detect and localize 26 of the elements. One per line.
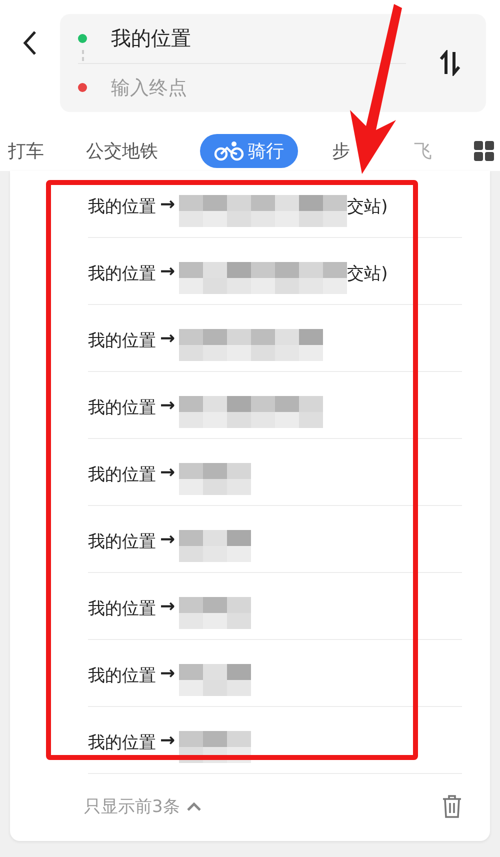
arrow-text: → — [160, 528, 176, 550]
mode-tab[interactable]: 打车 — [8, 134, 44, 168]
route-origin[interactable]: 我的位置 — [88, 730, 156, 754]
route-origin[interactable]: 我的位置 — [88, 262, 156, 284]
mode-tab[interactable]: 公交地铁 — [86, 134, 158, 168]
route-origin[interactable]: 我的位置 — [88, 664, 156, 686]
arrow-text: → — [160, 730, 176, 750]
arrow-text: → — [160, 394, 176, 416]
arrow-text: → — [160, 462, 176, 482]
route-origin[interactable]: 我的位置 — [88, 328, 156, 352]
arrow-text: → — [160, 328, 176, 348]
route-origin[interactable]: 我的位置 — [88, 530, 156, 552]
arrow-text: → — [160, 194, 176, 214]
mode-tab[interactable]: 步 — [332, 134, 350, 168]
origin-field[interactable]: 我的位置 — [111, 24, 191, 52]
route-origin[interactable]: 我的位置 — [88, 396, 156, 418]
route-origin[interactable]: 我的位置 — [88, 194, 156, 218]
destination-field[interactable]: 输入终点 — [111, 76, 361, 99]
arrow-text: → — [160, 596, 176, 616]
route-destination[interactable]: 交站) — [347, 194, 388, 218]
arrow-text: → — [160, 260, 176, 282]
route-destination[interactable]: 交站) — [347, 262, 388, 284]
route-origin[interactable]: 我的位置 — [88, 596, 156, 620]
route-origin[interactable]: 我的位置 — [88, 462, 156, 486]
arrow-text: → — [160, 662, 176, 684]
mode-tab[interactable]: 骑行 — [200, 134, 298, 168]
